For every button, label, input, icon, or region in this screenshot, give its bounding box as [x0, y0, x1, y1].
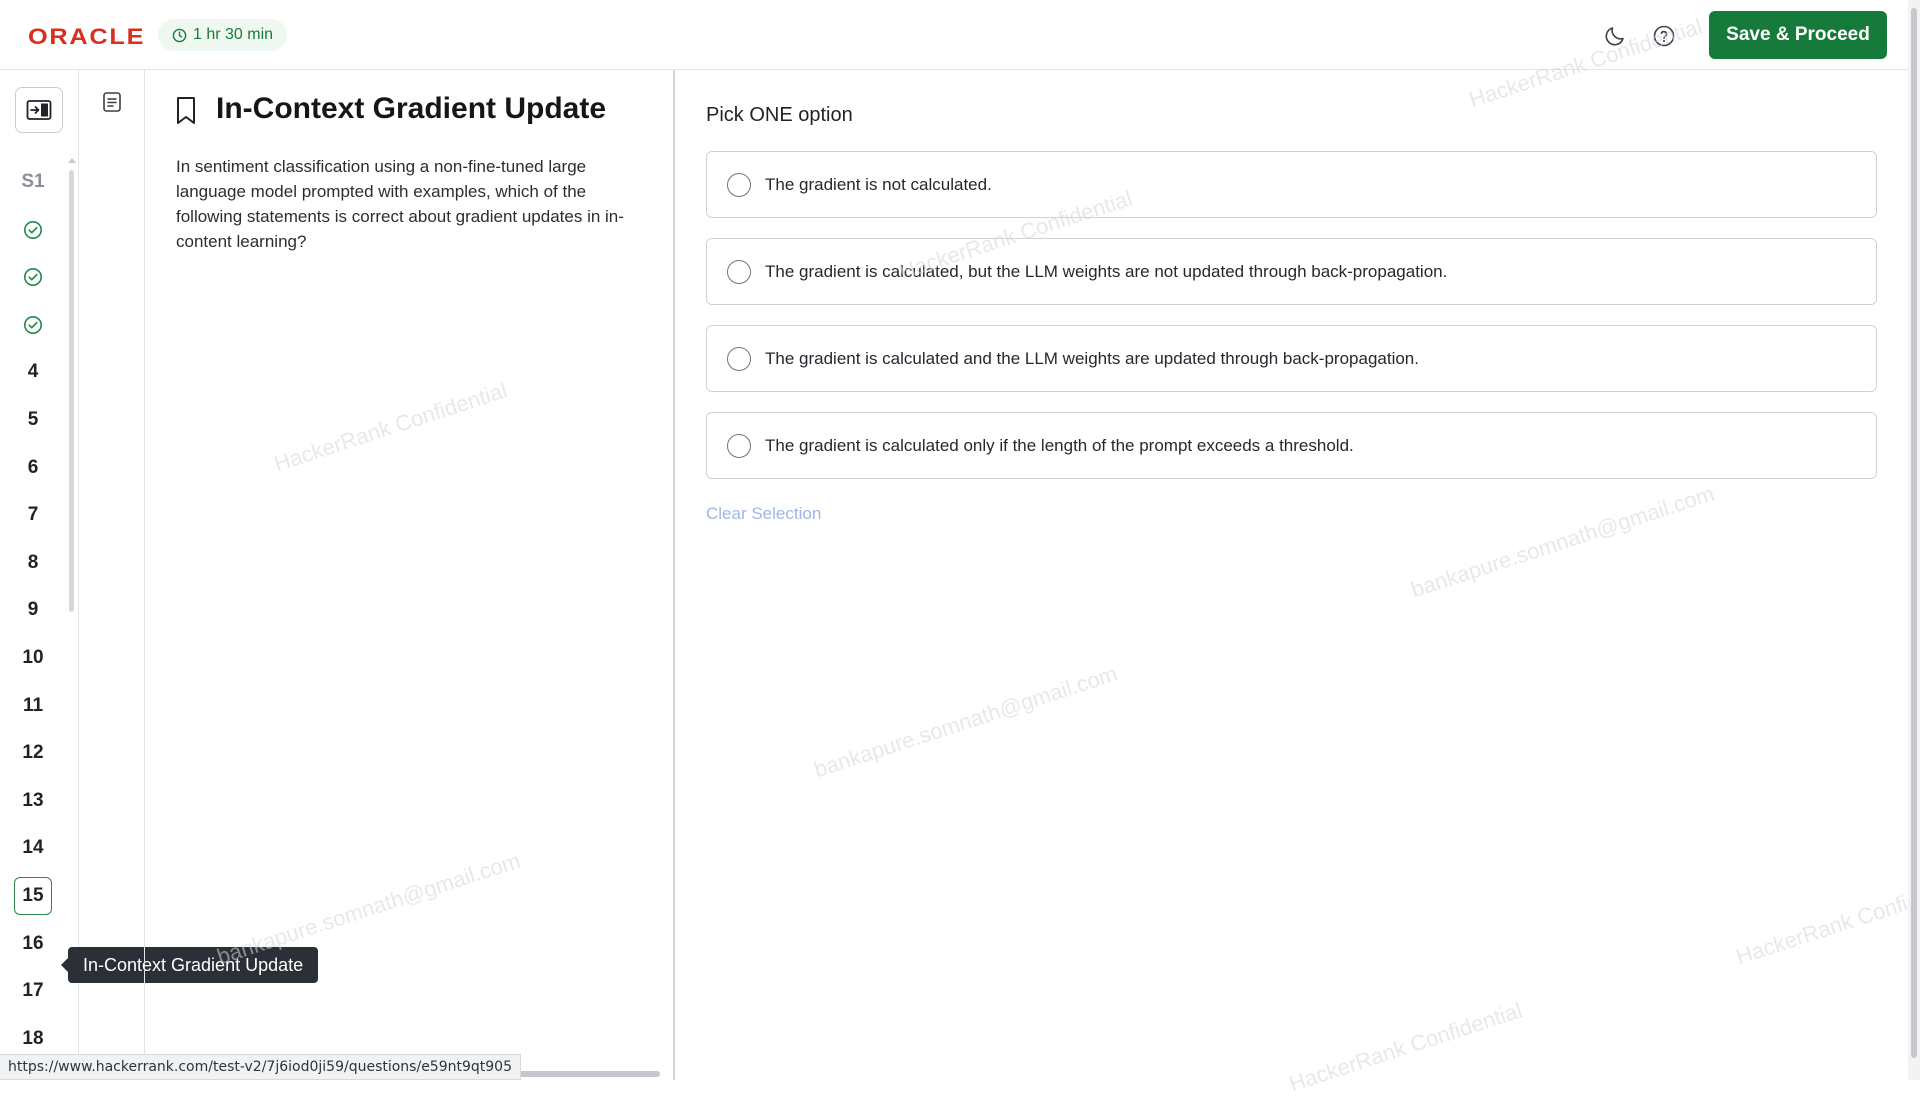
- rail-scrollbar[interactable]: [69, 170, 74, 612]
- nav-item-question[interactable]: 7: [14, 496, 52, 534]
- question-title: In-Context Gradient Update: [216, 92, 607, 125]
- nav-item-question[interactable]: 11: [14, 687, 52, 725]
- nav-item-question[interactable]: 5: [14, 401, 52, 439]
- nav-item-question[interactable]: 4: [14, 353, 52, 391]
- radio-button[interactable]: [727, 172, 751, 197]
- question-panel: In-Context Gradient Update In sentiment …: [145, 70, 675, 1080]
- check-circle-icon: [24, 220, 42, 239]
- answer-option-1[interactable]: The gradient is not calculated.: [706, 151, 1877, 218]
- tools-column: [79, 70, 145, 1080]
- nav-item-completed[interactable]: [14, 211, 52, 249]
- bookmark-icon[interactable]: [174, 96, 198, 126]
- top-bar: ORACLE 1 hr 30 min Save & Proceed: [0, 0, 1920, 70]
- nav-item-question[interactable]: 6: [14, 449, 52, 487]
- radio-button[interactable]: [727, 433, 751, 458]
- answer-panel: Pick ONE option The gradient is not calc…: [675, 70, 1905, 1080]
- oracle-logo: ORACLE: [28, 24, 146, 49]
- panel-toggle-icon: [26, 100, 52, 120]
- radio-button[interactable]: [727, 259, 751, 284]
- question-nav-rail: S1 4 5 6 7 8 9 10 11 12 13 14 15 16 17 18 In-Context Gr…: [0, 70, 319, 1080]
- nav-section-label[interactable]: S1: [14, 163, 52, 201]
- timer-badge: 1 hr 30 min: [158, 19, 288, 51]
- nav-item-question[interactable]: 14: [14, 829, 52, 867]
- nav-item-question[interactable]: 16: [14, 925, 52, 963]
- nav-item-question[interactable]: 17: [14, 972, 52, 1010]
- check-circle-icon: [24, 315, 42, 334]
- clear-selection-link[interactable]: Clear Selection: [706, 504, 821, 524]
- theme-toggle-button[interactable]: [1599, 20, 1631, 52]
- clock-icon: [172, 28, 187, 42]
- answer-option-2[interactable]: The gradient is calculated, but the LLM …: [706, 238, 1877, 305]
- page-scrollbar-thumb[interactable]: [1911, 8, 1917, 1058]
- moon-icon: [1605, 27, 1624, 46]
- radio-button[interactable]: [727, 346, 751, 371]
- question-text: In sentiment classification using a non-…: [176, 157, 624, 251]
- option-label: The gradient is calculated only if the l…: [765, 435, 1354, 455]
- nav-item-completed[interactable]: [14, 306, 52, 344]
- nav-item-current[interactable]: 15: [14, 877, 52, 915]
- nav-item-completed[interactable]: [14, 258, 52, 296]
- check-circle-icon: [24, 268, 42, 287]
- option-label: The gradient is calculated, but the LLM …: [765, 261, 1448, 281]
- nav-item-question[interactable]: 13: [14, 782, 52, 820]
- timer-text: 1 hr 30 min: [193, 26, 274, 43]
- nav-item-question[interactable]: 8: [14, 544, 52, 582]
- answer-option-4[interactable]: The gradient is calculated only if the l…: [706, 412, 1877, 479]
- rail-scroll-up-arrow[interactable]: [68, 158, 76, 163]
- help-circle-icon: [1653, 25, 1675, 47]
- nav-item-question[interactable]: 9: [14, 591, 52, 629]
- option-label: The gradient is not calculated.: [765, 174, 992, 194]
- answer-instruction: Pick ONE option: [706, 104, 853, 126]
- collapse-panel-button[interactable]: [15, 87, 63, 133]
- nav-item-question[interactable]: 18: [14, 1020, 52, 1058]
- help-button[interactable]: [1648, 20, 1680, 52]
- save-proceed-button[interactable]: Save & Proceed: [1709, 11, 1887, 59]
- nav-item-question[interactable]: 12: [14, 734, 52, 772]
- answer-option-3[interactable]: The gradient is calculated and the LLM w…: [706, 325, 1877, 392]
- nav-item-question[interactable]: 10: [14, 639, 52, 677]
- notes-icon[interactable]: [100, 90, 124, 114]
- status-bar-url: https://www.hackerrank.com/test-v2/7j6io…: [0, 1054, 521, 1080]
- option-label: The gradient is calculated and the LLM w…: [765, 348, 1419, 368]
